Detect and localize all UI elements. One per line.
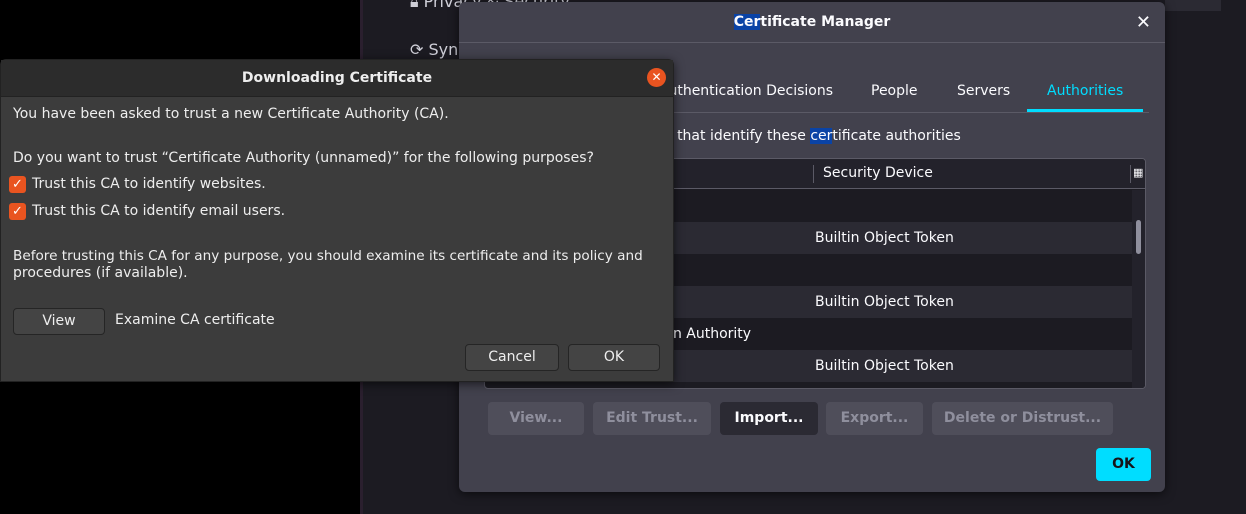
title-highlight: Cer (733, 14, 761, 30)
column-header-security-device[interactable]: Security Device (823, 165, 933, 181)
tab-label: Authentication Decisions (658, 83, 833, 99)
ok-button[interactable]: OK (568, 344, 660, 371)
tab-label: People (871, 83, 918, 99)
security-device: Builtin Object Token (815, 230, 954, 246)
column-picker-icon[interactable]: ▦ (1133, 166, 1143, 179)
warning-text-line2: procedures (if available). (13, 265, 188, 281)
close-icon[interactable]: ✕ (647, 68, 666, 87)
intro-text: You have been asked to trust a new Certi… (13, 106, 449, 122)
title-text: tificate Manager (760, 14, 891, 30)
email-checkbox[interactable]: ✓ (9, 203, 26, 220)
websites-checkbox[interactable]: ✓ (9, 176, 26, 193)
column-divider (813, 165, 814, 183)
column-divider (1130, 165, 1131, 183)
tab-label: Authorities (1047, 83, 1124, 99)
delete-or-distrust-button[interactable]: Delete or Distrust... (932, 402, 1113, 435)
view-caption: Examine CA certificate (115, 312, 275, 328)
lock-icon: 🔒︎ (410, 0, 419, 11)
close-icon[interactable]: ✕ (1136, 12, 1151, 33)
sync-icon: ⟳ (410, 40, 424, 59)
export-button[interactable]: Export... (826, 402, 923, 435)
scrollbar[interactable] (1132, 190, 1145, 388)
tab-servers[interactable]: Servers (937, 80, 1030, 112)
view-button[interactable]: View... (488, 402, 584, 435)
dialog-title: Certificate Manager (459, 2, 1165, 43)
ok-button[interactable]: OK (1096, 448, 1151, 481)
downloading-certificate-dialog: Downloading Certificate ✕ You have been … (0, 59, 674, 382)
dialog-title: Downloading Certificate (1, 60, 673, 97)
cancel-button[interactable]: Cancel (465, 344, 559, 371)
websites-label[interactable]: Trust this CA to identify websites. (32, 176, 266, 192)
email-label[interactable]: Trust this CA to identify email users. (32, 203, 285, 219)
warning-text-line1: Before trusting this CA for any purpose,… (13, 248, 643, 264)
search-field-fragment (1165, 0, 1221, 11)
security-device: Builtin Object Token (815, 358, 954, 374)
tab-authorities[interactable]: Authorities (1027, 80, 1144, 112)
security-device: Builtin Object Token (815, 294, 954, 310)
authorities-description: e that identify these certificate author… (664, 128, 961, 144)
tab-label: Servers (957, 83, 1011, 99)
view-button[interactable]: View (13, 308, 105, 335)
question-text: Do you want to trust “Certificate Author… (13, 150, 594, 166)
scrollbar-thumb[interactable] (1136, 220, 1141, 254)
tab-people[interactable]: People (851, 80, 938, 112)
import-button[interactable]: Import... (720, 402, 818, 435)
edit-trust-button[interactable]: Edit Trust... (593, 402, 711, 435)
